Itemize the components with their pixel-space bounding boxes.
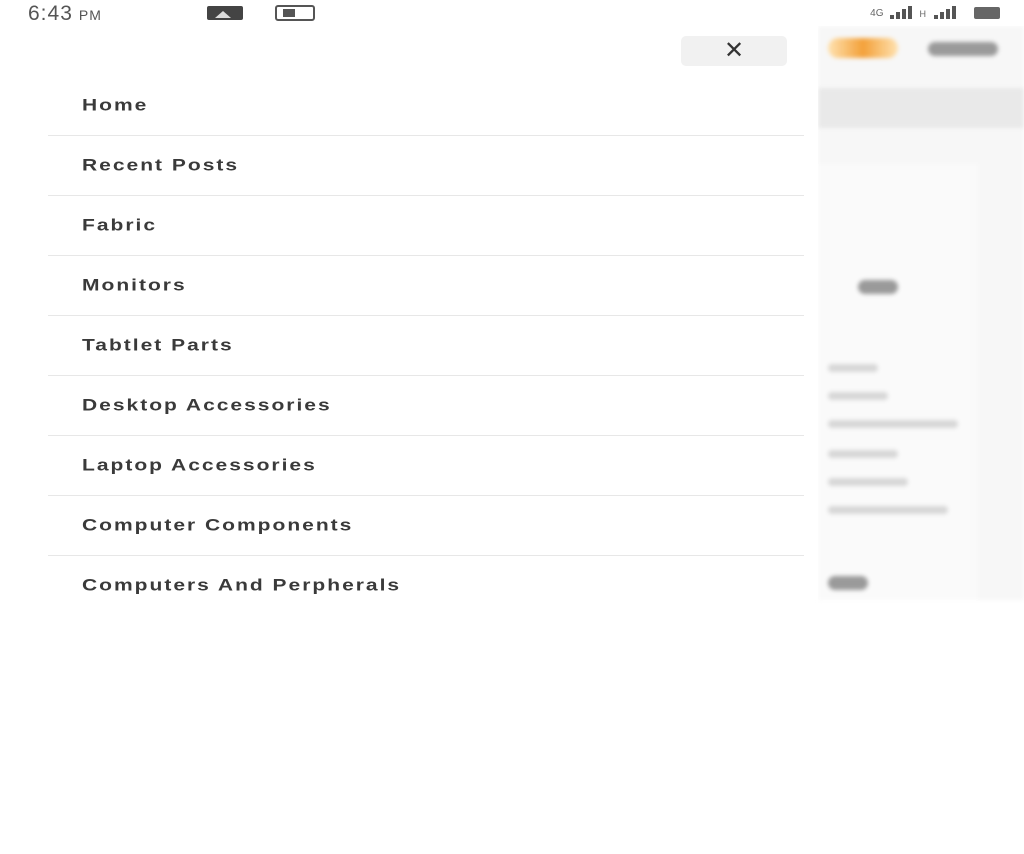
signal-icon xyxy=(889,6,912,19)
background-arrow-icon xyxy=(858,280,898,294)
menu-item-monitors[interactable]: Monitors xyxy=(48,256,804,316)
gallery-icon xyxy=(207,6,243,20)
background-line xyxy=(828,450,898,458)
menu-item-tablet-parts[interactable]: Tabtlet Parts xyxy=(48,316,804,376)
close-button[interactable]: ✕ xyxy=(681,36,787,66)
status-bar: 6:43 PM 4G H xyxy=(0,0,1024,26)
menu-item-laptop-accessories[interactable]: Laptop Accessories xyxy=(48,436,804,496)
status-ampm: PM xyxy=(78,7,102,23)
menu-item-home[interactable]: Home xyxy=(48,76,804,136)
menu-item-label: Tabtlet Parts xyxy=(82,336,234,355)
status-time: 6:43 PM xyxy=(28,2,102,26)
background-nav xyxy=(818,88,1024,128)
menu-list: Home Recent Posts Fabric Monitors Tabtle… xyxy=(48,76,804,600)
background-card xyxy=(818,164,978,600)
battery-icon xyxy=(974,7,1000,19)
menu-item-label: Computer Components xyxy=(82,516,354,535)
background-page xyxy=(818,26,1024,600)
status-right: 4G H xyxy=(870,6,1000,19)
app-notification-icon xyxy=(275,5,315,21)
background-line xyxy=(828,392,888,400)
volte-icon: 4G xyxy=(870,8,884,19)
background-logo xyxy=(828,38,898,58)
drawer-header: ✕ xyxy=(0,26,818,82)
screen: 6:43 PM 4G H ✕ Home Recent Posts Fabric … xyxy=(0,0,1024,854)
menu-item-computers-and-peripherals[interactable]: Computers And Perpherals xyxy=(48,556,804,600)
menu-item-label: Desktop Accessories xyxy=(82,396,332,415)
background-line xyxy=(828,478,908,486)
background-logo-text xyxy=(928,42,998,56)
menu-item-recent-posts[interactable]: Recent Posts xyxy=(48,136,804,196)
signal-icon xyxy=(934,6,956,19)
menu-item-label: Fabric xyxy=(82,216,158,235)
status-clock: 6:43 xyxy=(28,2,73,25)
menu-item-label: Laptop Accessories xyxy=(82,456,317,475)
menu-item-label: Monitors xyxy=(82,276,187,295)
background-arrow-icon xyxy=(828,576,868,590)
close-icon: ✕ xyxy=(723,37,745,64)
menu-item-label: Recent Posts xyxy=(82,156,240,175)
menu-item-label: Home xyxy=(82,96,149,115)
background-line xyxy=(828,506,948,514)
background-line xyxy=(828,364,878,372)
menu-item-label: Computers And Perpherals xyxy=(82,576,402,595)
menu-item-computer-components[interactable]: Computer Components xyxy=(48,496,804,556)
navigation-drawer: ✕ Home Recent Posts Fabric Monitors Tabt… xyxy=(0,26,818,600)
network-type: H xyxy=(919,9,927,19)
menu-item-desktop-accessories[interactable]: Desktop Accessories xyxy=(48,376,804,436)
menu-item-fabric[interactable]: Fabric xyxy=(48,196,804,256)
background-line xyxy=(828,420,958,428)
